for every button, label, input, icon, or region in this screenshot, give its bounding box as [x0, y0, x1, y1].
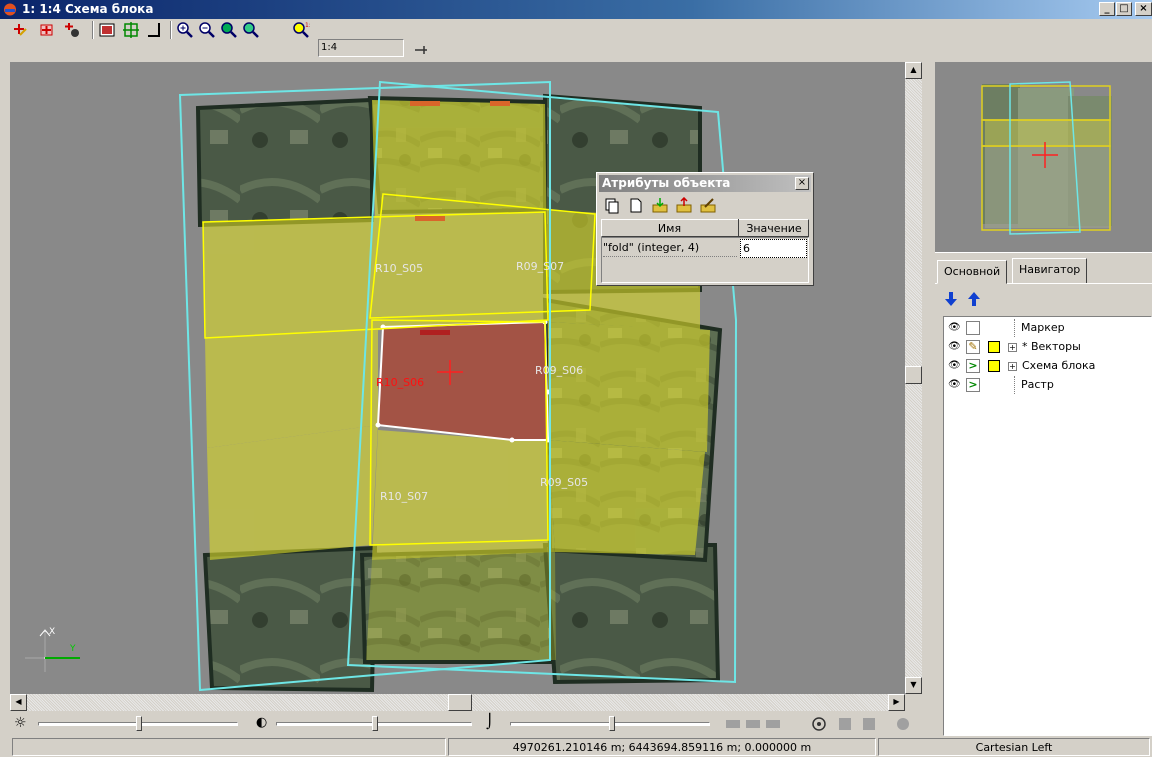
contrast-slider[interactable] [372, 716, 378, 731]
scroll-corner [905, 694, 922, 711]
image-label-selected: R10_S06 [376, 376, 425, 389]
image-label: R10_S05 [375, 262, 424, 275]
tab-osnovnoy[interactable]: Основной [937, 260, 1008, 284]
column-header-value[interactable]: Значение [739, 220, 809, 237]
status-projection: Cartesian Left [878, 738, 1150, 756]
corner-icon[interactable] [146, 21, 164, 39]
map-canvas[interactable]: R10_S05 R09_S07 R10_S06 R09_S06 R10_S07 … [10, 62, 905, 694]
app-icon [4, 3, 16, 16]
page-right-icon[interactable] [860, 717, 878, 731]
svg-text:1:: 1: [305, 22, 310, 29]
tab-navigator[interactable]: Навигатор [1012, 258, 1088, 284]
expand-icon[interactable]: + [1008, 343, 1017, 352]
vertical-scroll-thumb[interactable] [905, 366, 922, 384]
adjustment-bar: ☼ ◐ ⌡ [10, 711, 922, 737]
layer-label: Схема блока [1022, 359, 1096, 372]
block-scheme [25, 80, 738, 693]
brightness-icon: ☼ [14, 715, 27, 731]
scroll-up-button[interactable]: ▲ [905, 62, 922, 79]
axis-y-label: Y [70, 644, 76, 654]
toolbar-separator [92, 21, 94, 39]
channel-2-icon[interactable] [744, 717, 762, 731]
brightness-slider[interactable] [136, 716, 142, 731]
status-coordinates: 4970261.210146 m; 6443694.859116 m; 0.00… [448, 738, 876, 756]
expand-icon[interactable]: + [1008, 362, 1017, 371]
scroll-down-button[interactable]: ▼ [905, 677, 922, 694]
attribute-value-cell[interactable]: 6 [740, 239, 807, 258]
scroll-left-button[interactable]: ◀ [10, 694, 27, 711]
new-document-icon[interactable] [627, 197, 645, 214]
active-arrow-icon[interactable]: > [966, 359, 980, 373]
layer-label: Растр [1014, 376, 1054, 394]
visibility-eye-icon[interactable]: 👁 [948, 361, 961, 371]
axis-x-label: X [49, 627, 56, 637]
visibility-eye-icon[interactable]: 👁 [948, 342, 961, 352]
close-button[interactable]: × [1135, 2, 1152, 16]
visibility-eye-icon[interactable]: 👁 [948, 380, 961, 390]
layer-row-block-scheme[interactable]: 👁 > + Схема блока [944, 357, 1149, 375]
toolbar [0, 19, 1152, 59]
zoom-window-icon[interactable] [242, 21, 260, 39]
overview-map [981, 81, 1112, 235]
import-icon[interactable] [651, 197, 669, 214]
gamma-slider[interactable] [609, 716, 615, 731]
minimize-button[interactable]: _ [1099, 2, 1115, 16]
gamma-icon: ⌡ [486, 714, 494, 730]
horizontal-scroll-thumb[interactable] [448, 694, 472, 711]
crosshair-grid-icon[interactable] [122, 21, 140, 39]
zoom-scale-icon[interactable]: 1: [292, 21, 310, 39]
lock-icon[interactable] [894, 717, 912, 731]
wheel-icon[interactable] [810, 717, 828, 731]
move-down-icon[interactable] [943, 291, 959, 307]
layer-label: Маркер [1014, 319, 1065, 337]
layer-row-raster[interactable]: 👁 > Растр [944, 376, 1149, 394]
active-arrow-icon[interactable]: > [966, 378, 980, 392]
color-swatch[interactable] [988, 341, 1000, 353]
toolbar-separator [170, 21, 172, 39]
scale-input[interactable]: 1:4 [318, 39, 404, 57]
attribute-name-cell[interactable]: "fold" (integer, 4) [603, 239, 737, 257]
layer-tree: 👁 Маркер 👁 ✎ + * Векторы 👁 > + Схема бло… [943, 316, 1152, 736]
title-bar: 1: 1:4 Схема блока _ □ × [0, 0, 1152, 19]
layer-row-marker[interactable]: 👁 Маркер [944, 319, 1149, 337]
image-label: R10_S07 [380, 490, 429, 503]
status-left [12, 738, 446, 756]
page-left-icon[interactable] [836, 717, 854, 731]
pin-icon[interactable] [412, 41, 430, 59]
column-header-name[interactable]: Имя [601, 220, 738, 237]
image-label: R09_S05 [540, 476, 589, 489]
add-marker-icon[interactable] [64, 21, 82, 39]
zoom-out-icon[interactable] [198, 21, 216, 39]
dialog-title: Атрибуты объекта [599, 175, 811, 192]
layer-row-vectors[interactable]: 👁 ✎ + * Векторы [944, 338, 1149, 356]
window-title: 1: 1:4 Схема блока [22, 2, 154, 16]
zoom-fit-icon[interactable] [220, 21, 238, 39]
add-grid-icon[interactable] [38, 21, 56, 39]
scroll-right-button[interactable]: ▶ [888, 694, 905, 711]
attributes-dialog: Атрибуты объекта × Имя Значение "fold" (… [596, 172, 814, 286]
empty-box-icon[interactable] [966, 321, 980, 335]
dialog-close-button[interactable]: × [795, 177, 809, 190]
export-icon[interactable] [675, 197, 693, 214]
layer-label: * Векторы [1022, 340, 1081, 353]
contrast-icon: ◐ [256, 715, 268, 730]
image-label: R09_S07 [516, 260, 565, 273]
channel-1-icon[interactable] [724, 717, 742, 731]
add-point-icon[interactable] [12, 21, 30, 39]
maximize-button[interactable]: □ [1116, 2, 1132, 16]
visibility-eye-icon[interactable]: 👁 [948, 323, 961, 333]
color-swatch[interactable] [988, 360, 1000, 372]
copy-icon[interactable] [603, 197, 621, 214]
move-up-icon[interactable] [966, 291, 982, 307]
channel-3-icon[interactable] [764, 717, 782, 731]
edit-attributes-icon[interactable] [699, 197, 717, 214]
overview-panel[interactable] [935, 62, 1152, 252]
vertical-scrollbar[interactable]: ▲ ▼ [905, 62, 922, 694]
image-frame-icon[interactable] [98, 21, 116, 39]
image-label: R09_S06 [535, 364, 584, 377]
horizontal-scrollbar[interactable]: ◀ ▶ [10, 694, 905, 711]
edit-pencil-icon[interactable]: ✎ [966, 340, 980, 354]
zoom-in-icon[interactable] [176, 21, 194, 39]
